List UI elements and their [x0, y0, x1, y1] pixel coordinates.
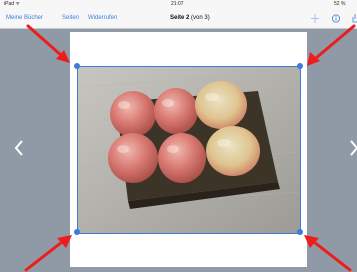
undo-button[interactable]: Widerrufen — [88, 15, 117, 21]
next-page-arrow-icon[interactable] — [347, 138, 357, 158]
annotation-arrow-bottom-right-icon — [304, 235, 352, 272]
selected-image[interactable] — [77, 66, 301, 234]
resize-handle-top-right[interactable] — [297, 63, 303, 69]
page-title: Seite 2 (von 3) — [170, 15, 210, 21]
page-title-current: Seite 2 — [170, 15, 190, 21]
annotation-arrow-top-right-icon — [307, 24, 356, 66]
annotation-arrow-top-left-icon — [26, 24, 70, 63]
status-bar: iPad ᯤ 21:07 52 % — [0, 0, 357, 9]
battery-label: 52 % — [334, 1, 346, 7]
resize-handle-bottom-left[interactable] — [74, 229, 80, 235]
my-books-button[interactable]: Meine Bücher — [6, 15, 43, 21]
resize-handle-top-left[interactable] — [74, 63, 80, 69]
previous-page-arrow-icon[interactable] — [12, 138, 26, 158]
clock: 21:07 — [171, 1, 184, 7]
pages-button[interactable]: Seiten — [62, 15, 79, 21]
carrier-label: iPad ᯤ — [4, 1, 20, 7]
page-title-total: (von 3) — [191, 15, 210, 21]
annotation-arrow-bottom-left-icon — [24, 235, 72, 272]
apples-photo — [78, 67, 300, 233]
